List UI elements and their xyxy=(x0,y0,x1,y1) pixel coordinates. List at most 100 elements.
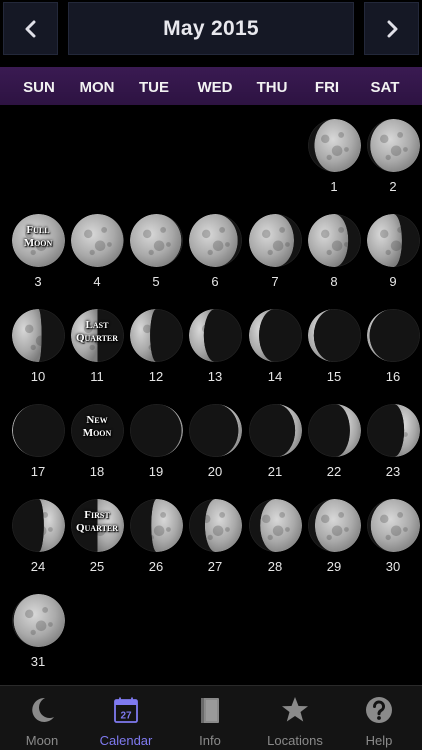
tab-locations[interactable]: Locations xyxy=(253,686,337,750)
moon-phase-icon xyxy=(130,404,183,457)
calendar-day-number: 12 xyxy=(148,369,164,384)
star-icon xyxy=(282,697,308,722)
calendar-icon-number: 27 xyxy=(120,711,132,722)
moon-phase-icon xyxy=(130,499,183,552)
calendar-day-cell[interactable]: 27 xyxy=(185,485,245,575)
calendar-day-cell[interactable]: 12 xyxy=(126,295,186,385)
calendar-day-number: 22 xyxy=(326,464,342,479)
calendar-day-cell[interactable]: 31 xyxy=(8,580,68,670)
moon-phase-icon xyxy=(189,309,242,362)
tab-info[interactable]: Info xyxy=(168,686,252,750)
calendar-day-cell[interactable]: 6 xyxy=(185,200,245,290)
calendar-day-cell[interactable]: 24 xyxy=(8,485,68,575)
weekday-mon: MON xyxy=(79,79,115,96)
calendar-day-cell[interactable]: 10 xyxy=(8,295,68,385)
tab-calendar-label: Calendar xyxy=(99,733,153,748)
moon-phase-icon xyxy=(249,309,302,362)
tab-bar: Moon 27 Calendar Info Locations Help xyxy=(0,685,422,750)
tab-help[interactable]: Help xyxy=(337,686,421,750)
calendar-day-number: 2 xyxy=(389,179,397,194)
calendar-day-cell[interactable]: Full Moon 3 xyxy=(8,200,68,290)
calendar-day-number: 19 xyxy=(148,464,164,479)
weekday-fri: FRI xyxy=(314,79,340,96)
calendar-day-number: 30 xyxy=(385,559,401,574)
moon-phase-icon xyxy=(308,499,361,552)
tab-calendar[interactable]: 27 Calendar xyxy=(84,686,168,750)
calendar-day-cell[interactable]: 26 xyxy=(126,485,186,575)
calendar-day-cell[interactable]: 15 xyxy=(304,295,364,385)
calendar-day-cell[interactable]: First Quarter 25 xyxy=(67,485,127,575)
calendar-day-number: 4 xyxy=(93,274,101,289)
chevron-left-icon xyxy=(25,20,35,37)
calendar-day-cell[interactable]: 1 xyxy=(304,105,364,195)
calendar-day-number: 29 xyxy=(326,559,342,574)
tab-locations-label: Locations xyxy=(267,733,323,748)
next-month-button[interactable] xyxy=(364,2,419,55)
help-icon xyxy=(366,697,392,723)
chevron-right-icon xyxy=(387,20,397,37)
calendar-day-number: 8 xyxy=(330,274,338,289)
moon-phase-icon xyxy=(367,499,420,552)
moon-phase-icon xyxy=(71,499,124,552)
calendar-day-number: 17 xyxy=(30,464,46,479)
moon-phase-icon xyxy=(367,309,420,362)
moon-phase-icon xyxy=(367,119,420,172)
calendar-day-number: 25 xyxy=(89,559,105,574)
calendar-icon: 27 xyxy=(114,697,138,723)
calendar-day-cell[interactable]: 16 xyxy=(363,295,422,385)
calendar-day-cell[interactable]: 23 xyxy=(363,390,422,480)
calendar-day-cell[interactable]: 19 xyxy=(126,390,186,480)
calendar-day-cell[interactable]: 7 xyxy=(245,200,305,290)
moon-phase-icon xyxy=(71,404,124,457)
calendar-day-cell[interactable]: 13 xyxy=(185,295,245,385)
calendar-day-number: 10 xyxy=(30,369,46,384)
book-icon xyxy=(201,698,219,723)
tab-moon[interactable]: Moon xyxy=(0,686,84,750)
header: May 2015 xyxy=(0,0,422,64)
weekday-wed: WED xyxy=(197,79,233,96)
weekday-sun: SUN xyxy=(23,79,55,96)
calendar-day-cell[interactable]: 28 xyxy=(245,485,305,575)
weekday-tue: TUE xyxy=(139,79,169,96)
moon-phase-icon xyxy=(249,404,302,457)
calendar-day-cell[interactable]: 2 xyxy=(363,105,422,195)
moon-phase-icon xyxy=(71,309,124,362)
moon-phase-icon xyxy=(12,309,65,362)
previous-month-button[interactable] xyxy=(3,2,58,55)
moon-phase-icon xyxy=(367,214,420,267)
calendar-day-cell[interactable]: 5 xyxy=(126,200,186,290)
calendar-day-number: 28 xyxy=(267,559,283,574)
calendar-day-cell[interactable]: 8 xyxy=(304,200,364,290)
calendar-day-number: 7 xyxy=(271,274,279,289)
moon-phase-icon xyxy=(249,499,302,552)
moon-phase-icon xyxy=(308,309,361,362)
calendar-day-number: 21 xyxy=(267,464,283,479)
calendar-day-number: 20 xyxy=(207,464,223,479)
moon-phase-icon xyxy=(189,404,242,457)
moon-phase-icon xyxy=(12,594,65,647)
moon-phase-icon xyxy=(12,499,65,552)
calendar-day-cell[interactable]: 17 xyxy=(8,390,68,480)
calendar-day-cell[interactable]: 22 xyxy=(304,390,364,480)
tab-info-label: Info xyxy=(199,733,221,748)
moon-phase-icon xyxy=(308,119,361,172)
moon-phase-icon xyxy=(12,404,65,457)
weekday-header: SUN MON TUE WED THU FRI SAT xyxy=(0,67,422,105)
calendar-day-cell[interactable]: 29 xyxy=(304,485,364,575)
calendar-day-cell[interactable]: 20 xyxy=(185,390,245,480)
calendar-day-cell[interactable]: 21 xyxy=(245,390,305,480)
month-title: May 2015 xyxy=(68,2,354,55)
calendar-day-number: 23 xyxy=(385,464,401,479)
calendar-day-cell[interactable]: Last Quarter 11 xyxy=(67,295,127,385)
calendar-day-cell[interactable]: 14 xyxy=(245,295,305,385)
tab-moon-label: Moon xyxy=(25,733,59,748)
calendar-day-cell[interactable]: 4 xyxy=(67,200,127,290)
moon-phase-icon xyxy=(249,214,302,267)
moon-phase-icon xyxy=(189,499,242,552)
moon-phase-icon xyxy=(189,214,242,267)
calendar-day-cell[interactable]: 30 xyxy=(363,485,422,575)
calendar-day-cell[interactable]: 9 xyxy=(363,200,422,290)
calendar-day-number: 3 xyxy=(34,274,42,289)
tab-help-label: Help xyxy=(365,733,393,748)
calendar-day-cell[interactable]: New Moon 18 xyxy=(67,390,127,480)
